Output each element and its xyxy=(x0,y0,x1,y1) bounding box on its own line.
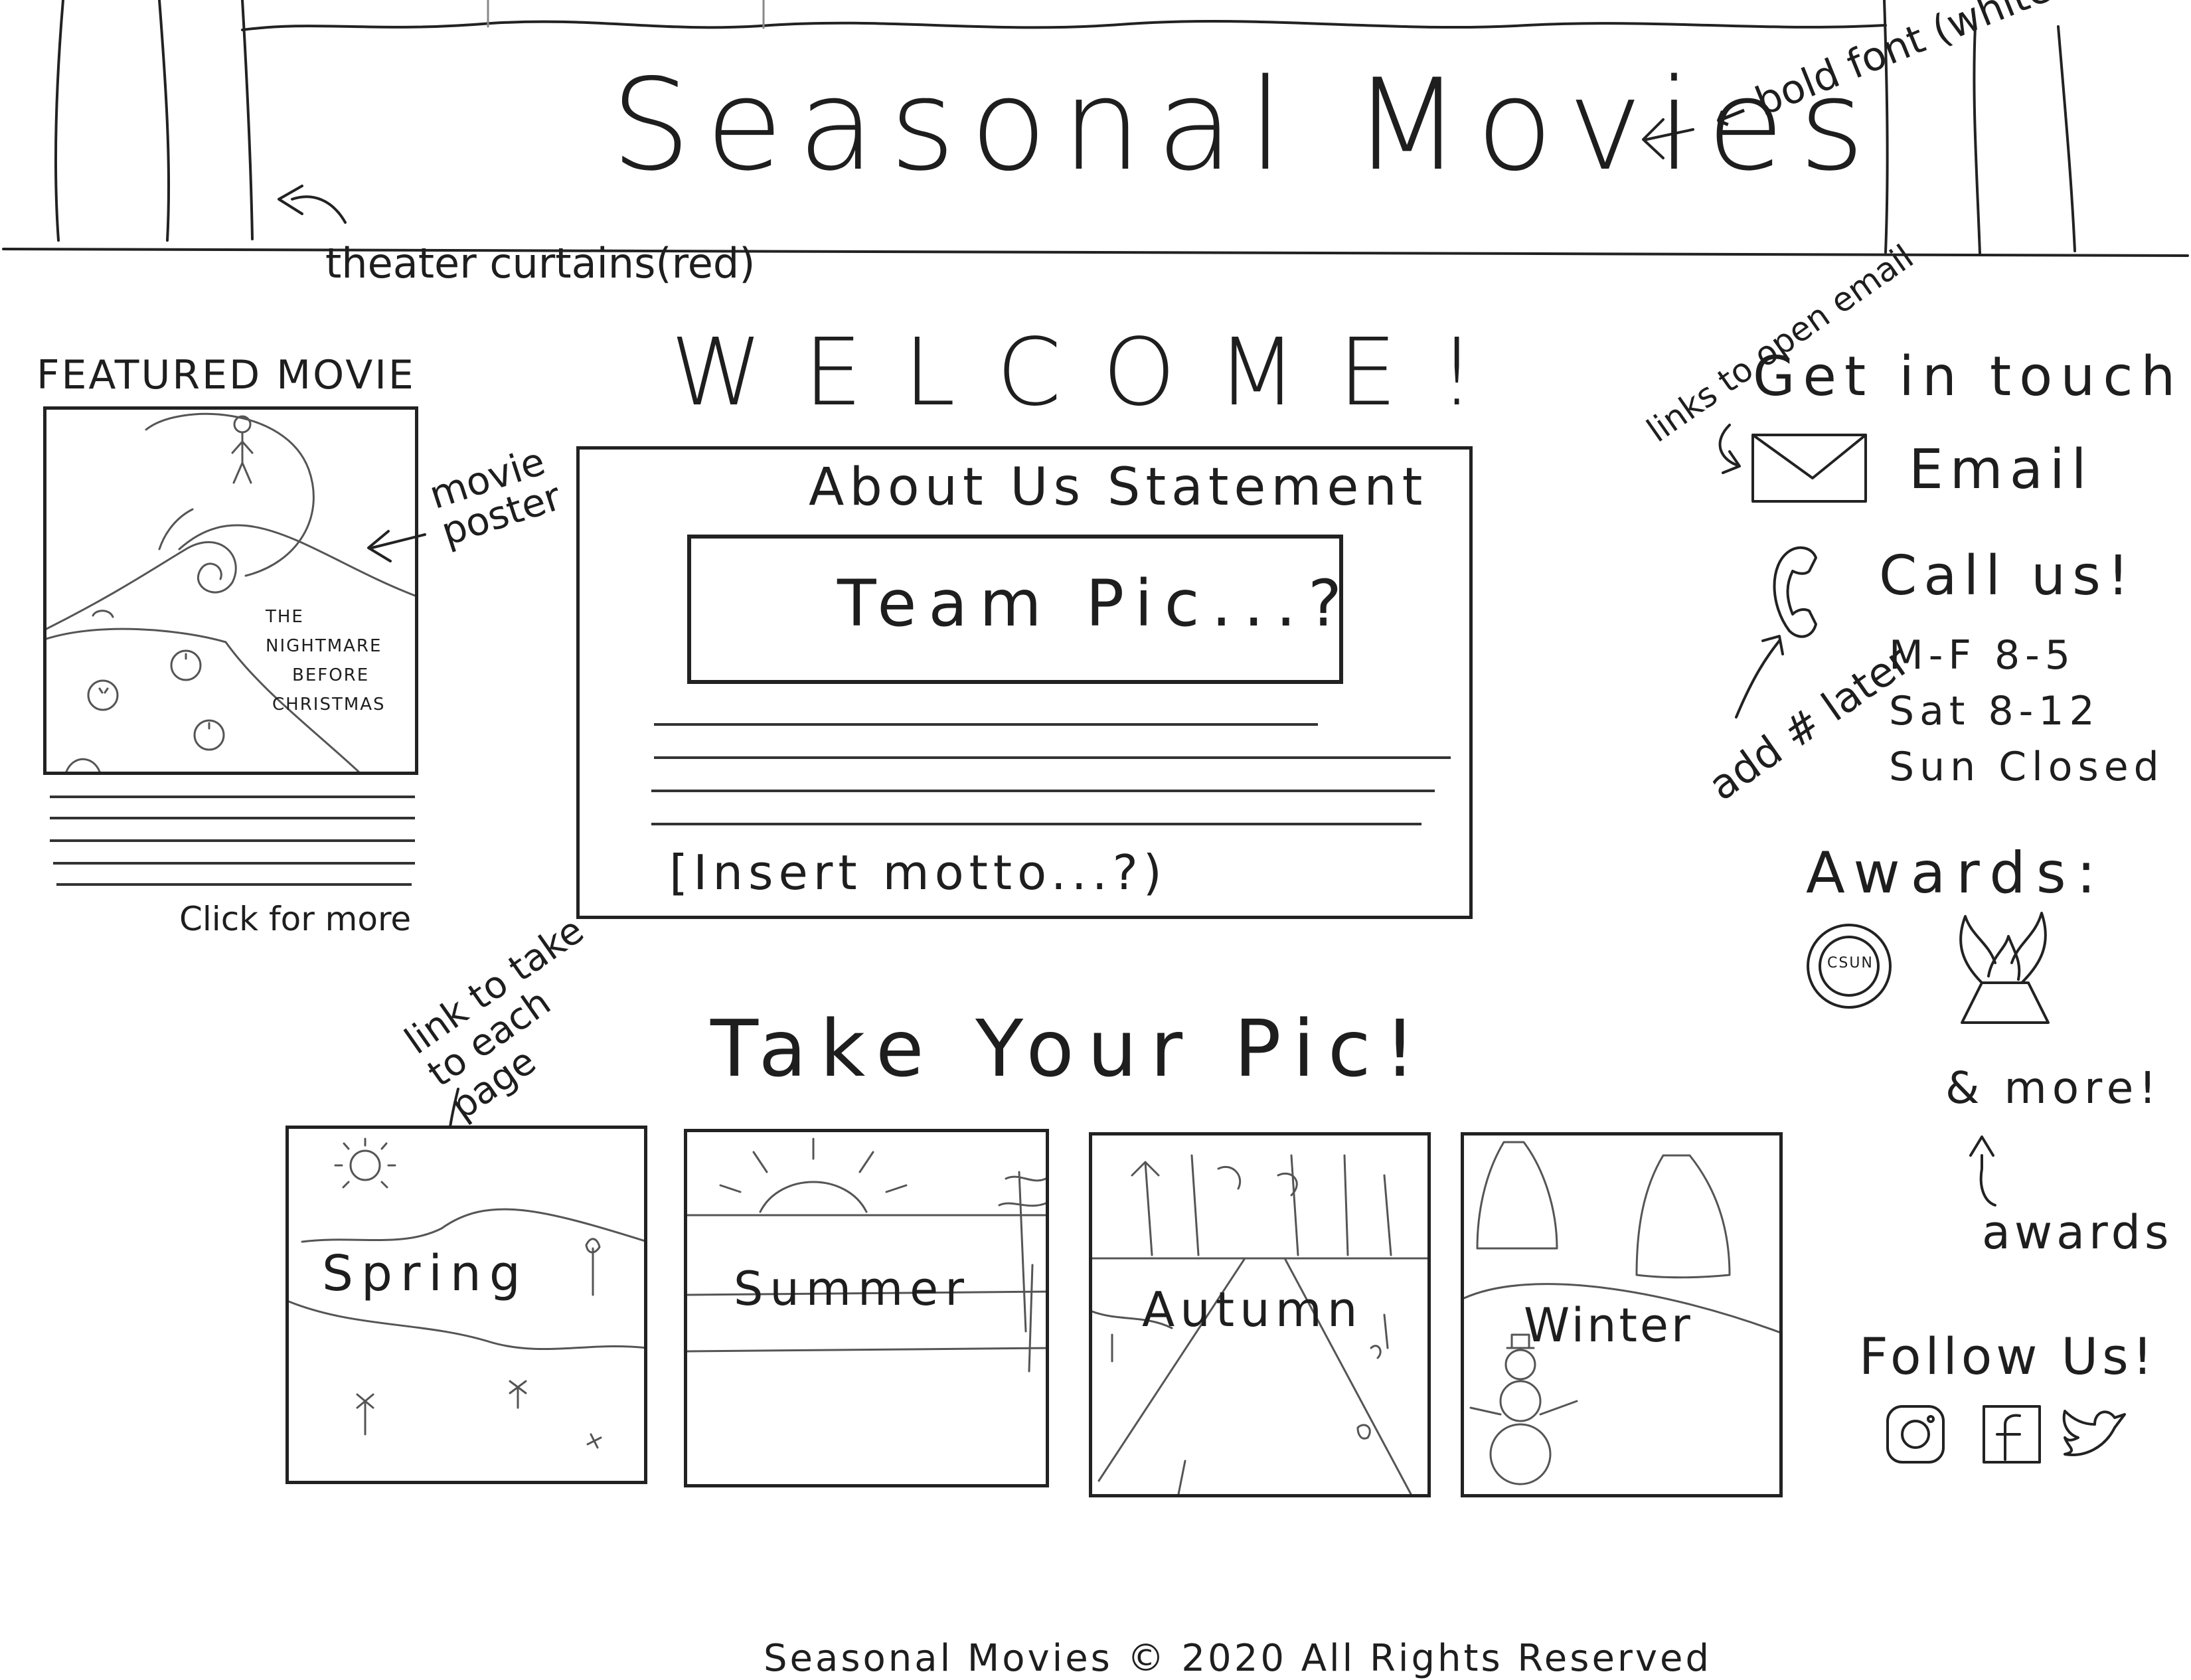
season-tile-summer[interactable]: Summer xyxy=(684,1129,1049,1487)
season-label: Winter xyxy=(1524,1298,1693,1353)
season-label: Autumn xyxy=(1142,1282,1363,1337)
social-heading: Follow Us! xyxy=(1859,1327,2157,1386)
season-tile-spring[interactable]: Spring xyxy=(285,1126,647,1484)
facebook-icon[interactable] xyxy=(1979,1401,2045,1468)
footer-copyright: Seasonal Movies © 2020 All Rights Reserv… xyxy=(764,1637,1712,1680)
season-label: Spring xyxy=(322,1245,528,1302)
season-tile-winter[interactable]: Winter xyxy=(1461,1132,1783,1497)
season-label: Summer xyxy=(734,1262,971,1316)
twitter-icon[interactable] xyxy=(2058,1401,2138,1468)
season-tile-autumn[interactable]: Autumn xyxy=(1089,1132,1431,1497)
instagram-icon[interactable] xyxy=(1882,1401,1949,1468)
spring-scene xyxy=(289,1137,644,1449)
